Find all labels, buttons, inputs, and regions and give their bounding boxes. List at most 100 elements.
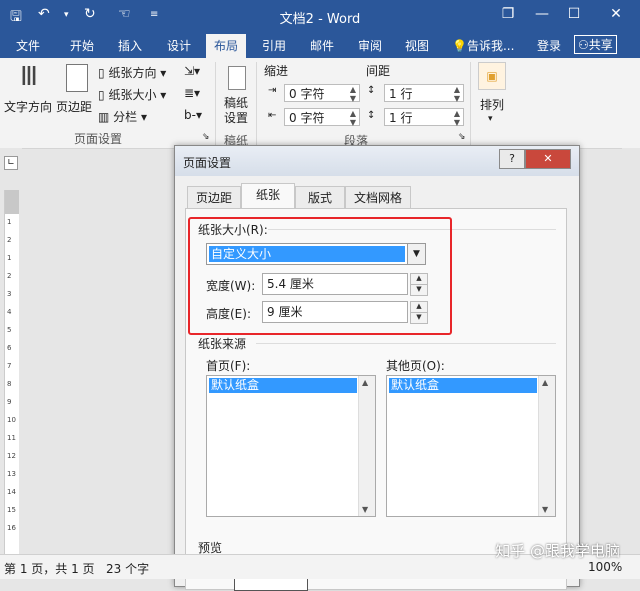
size-button[interactable]: ▯ 纸张大小 ▾ bbox=[98, 86, 166, 103]
ruler-number: 10 bbox=[7, 416, 16, 424]
spacing-after-input[interactable]: 1 行 ▲ ▼ bbox=[384, 108, 464, 127]
indent-left-value: 0 字符 bbox=[289, 87, 325, 101]
hyphenation-icon[interactable]: b‑▾ bbox=[184, 108, 202, 122]
ruler-number: 2 bbox=[7, 236, 12, 244]
tab-home[interactable]: 开始 bbox=[70, 37, 94, 54]
title-bar: 🖫 ↶ ▾ ↻ ☜ ≡ 文档2 - Word ❐ — ☐ ✕ bbox=[0, 0, 640, 32]
columns-icon: ▥ bbox=[98, 110, 110, 124]
indent-left-input[interactable]: 0 字符 ▲ ▼ bbox=[284, 84, 360, 103]
first-page-scrollbar[interactable]: ▲ ▼ bbox=[358, 376, 375, 516]
ruler-number: 8 bbox=[7, 380, 12, 388]
scroll-up-icon[interactable]: ▲ bbox=[542, 378, 548, 387]
line-numbers-icon[interactable]: ≣▾ bbox=[184, 86, 200, 100]
margins-icon bbox=[66, 64, 88, 92]
spacing-before-input[interactable]: 1 行 ▲ ▼ bbox=[384, 84, 464, 103]
help-button[interactable]: ? bbox=[499, 149, 525, 169]
first-page-label: 首页(F): bbox=[206, 359, 251, 373]
other-pages-item[interactable]: 默认纸盒 bbox=[389, 378, 537, 393]
ruler-number: 6 bbox=[7, 344, 12, 352]
scroll-up-icon[interactable]: ▲ bbox=[362, 378, 368, 387]
page-count[interactable]: 第 1 页，共 1 页 bbox=[4, 560, 95, 577]
other-pages-list[interactable]: 默认纸盒 ▲ ▼ bbox=[386, 375, 556, 517]
arrange-icon: ▣ bbox=[478, 62, 506, 90]
columns-button[interactable]: ▥ 分栏 ▾ bbox=[98, 108, 147, 125]
indent-right-value: 0 字符 bbox=[289, 111, 325, 125]
paper-tab-panel: 纸张大小(R): 自定义大小 ▼ 宽度(W): 5.4 厘米 ▲ ▼ 高度(E)… bbox=[185, 208, 567, 591]
tab-review[interactable]: 审阅 bbox=[358, 37, 382, 54]
ribbon: Ⅲ 文字方向 页边距 ▯ 纸张方向 ▾ ▯ 纸张大小 ▾ ▥ 分栏 ▾ ⇲▾ ≣… bbox=[0, 58, 640, 149]
tab-paper[interactable]: 纸张 bbox=[241, 183, 295, 210]
close-button[interactable]: ✕ bbox=[606, 6, 626, 22]
other-pages-label: 其他页(O): bbox=[386, 359, 445, 373]
document-scrollbar[interactable] bbox=[622, 148, 640, 554]
spin-arrows-icon[interactable]: ▲ ▼ bbox=[454, 109, 460, 127]
indent-right-input[interactable]: 0 字符 ▲ ▼ bbox=[284, 108, 360, 127]
spin-arrows-icon[interactable]: ▲ ▼ bbox=[350, 109, 356, 127]
ruler-number: 7 bbox=[7, 362, 12, 370]
spacing-label: 间距 bbox=[366, 64, 391, 78]
tab-mailings[interactable]: 邮件 bbox=[310, 37, 334, 54]
margins-button[interactable]: 页边距 bbox=[56, 98, 92, 115]
indent-right-icon: ⇤ bbox=[268, 110, 277, 121]
vertical-ruler: 1 2 1 2 3 4 5 6 7 8 9 10 11 12 13 14 15 … bbox=[4, 190, 19, 554]
ribbon-display-icon[interactable]: ❐ bbox=[498, 6, 518, 22]
tab-layout[interactable]: 布局 bbox=[206, 34, 247, 59]
text-direction-icon: Ⅲ bbox=[20, 62, 38, 92]
page-setup-group-label: 页面设置 bbox=[74, 132, 123, 146]
spacing-before-value: 1 行 bbox=[389, 87, 413, 101]
spacing-after-value: 1 行 bbox=[389, 111, 413, 125]
draft-paper-button[interactable]: 稿纸 设置 bbox=[224, 96, 248, 126]
ruler-number: 11 bbox=[7, 434, 16, 442]
ruler-number: 2 bbox=[7, 272, 12, 280]
indent-label: 缩进 bbox=[264, 64, 289, 78]
tab-insert[interactable]: 插入 bbox=[118, 37, 142, 54]
highlight-annotation-box bbox=[188, 217, 452, 335]
minimize-button[interactable]: — bbox=[532, 6, 552, 22]
ruler-number: 5 bbox=[7, 326, 12, 334]
tab-layout[interactable]: 版式 bbox=[295, 186, 345, 209]
spin-arrows-icon[interactable]: ▲ ▼ bbox=[454, 85, 460, 103]
other-pages-scrollbar[interactable]: ▲ ▼ bbox=[538, 376, 555, 516]
scroll-down-icon[interactable]: ▼ bbox=[362, 505, 368, 514]
tab-margins[interactable]: 页边距 bbox=[187, 186, 241, 209]
group-divider bbox=[215, 62, 216, 146]
zoom-level[interactable]: 100% bbox=[588, 560, 622, 574]
tab-document-grid[interactable]: 文档网格 bbox=[345, 186, 411, 209]
size-label: 纸张大小 bbox=[108, 88, 157, 102]
tell-me-search[interactable]: 💡告诉我... bbox=[452, 37, 514, 54]
columns-label: 分栏 bbox=[113, 110, 138, 124]
ruler-number: 16 bbox=[7, 524, 16, 532]
spin-arrows-icon[interactable]: ▲ ▼ bbox=[350, 85, 356, 103]
maximize-button[interactable]: ☐ bbox=[564, 6, 584, 22]
arrange-dropdown-icon[interactable]: ▾ bbox=[488, 114, 493, 124]
ribbon-tabs: 文件 开始 插入 设计 布局 引用 邮件 审阅 视图 💡告诉我... 登录 ⚇共… bbox=[0, 32, 640, 59]
tab-selector-icon[interactable]: ∟ bbox=[4, 156, 18, 170]
breaks-icon[interactable]: ⇲▾ bbox=[184, 64, 200, 78]
share-button[interactable]: ⚇共享 bbox=[574, 35, 617, 54]
draft-paper-icon bbox=[228, 66, 246, 90]
tab-design[interactable]: 设计 bbox=[167, 37, 191, 54]
first-page-item[interactable]: 默认纸盒 bbox=[209, 378, 357, 393]
ruler-margin bbox=[5, 190, 19, 214]
first-page-list[interactable]: 默认纸盒 ▲ ▼ bbox=[206, 375, 376, 517]
spacing-before-icon: ↕ bbox=[367, 85, 376, 96]
tab-file[interactable]: 文件 bbox=[16, 37, 40, 54]
orientation-button[interactable]: ▯ 纸张方向 ▾ bbox=[98, 64, 166, 81]
arrange-button[interactable]: 排列 bbox=[480, 96, 504, 113]
word-count[interactable]: 23 个字 bbox=[106, 560, 149, 577]
dialog-close-button[interactable]: ✕ bbox=[525, 149, 571, 169]
group-divider bbox=[256, 62, 257, 146]
ruler-number: 14 bbox=[7, 488, 16, 496]
scroll-down-icon[interactable]: ▼ bbox=[542, 505, 548, 514]
text-direction-button[interactable]: 文字方向 bbox=[4, 98, 52, 115]
page-setup-launcher-icon[interactable]: ⇘ bbox=[202, 132, 210, 142]
paragraph-launcher-icon[interactable]: ⇘ bbox=[458, 132, 466, 142]
indent-left-icon: ⇥ bbox=[268, 85, 277, 96]
login-link[interactable]: 登录 bbox=[537, 37, 561, 54]
tab-references[interactable]: 引用 bbox=[262, 37, 286, 54]
spacing-after-icon: ↕ bbox=[367, 110, 376, 121]
dialog-title: 页面设置 bbox=[183, 156, 232, 170]
watermark: 知乎 @跟我学电脑 bbox=[495, 542, 620, 560]
share-label: 共享 bbox=[588, 38, 613, 52]
tab-view[interactable]: 视图 bbox=[405, 37, 429, 54]
